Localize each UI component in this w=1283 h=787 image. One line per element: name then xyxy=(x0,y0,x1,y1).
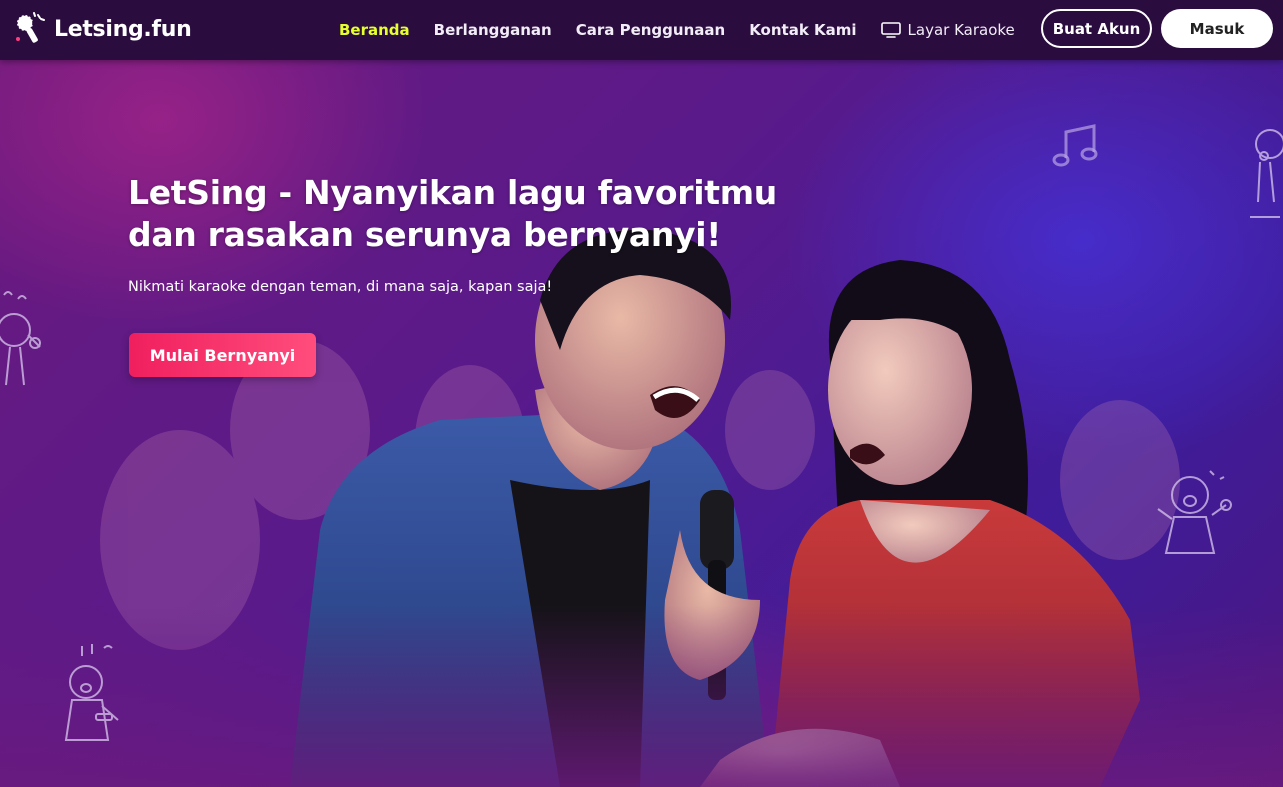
mic-kid-doodle-icon xyxy=(64,644,119,741)
music-note-icon xyxy=(1052,124,1098,167)
brand-name: Letsing.fun xyxy=(54,16,192,42)
hero-title-line-1: LetSing - Nyanyikan lagu favoritmu xyxy=(128,173,777,212)
nav-item-cara-penggunaan[interactable]: Cara Penggunaan xyxy=(576,21,725,39)
singer-doodle-icon xyxy=(1250,129,1283,218)
nav-item-berlangganan[interactable]: Berlangganan xyxy=(434,21,552,39)
nav-item-kontak-kami[interactable]: Kontak Kami xyxy=(749,21,856,39)
create-account-button[interactable]: Buat Akun xyxy=(1041,9,1152,48)
nav-item-layar-karaoke-label: Layar Karaoke xyxy=(907,21,1015,39)
tv-icon xyxy=(880,22,901,38)
hero-title-line-2: dan rasakan serunya bernyanyi! xyxy=(128,215,721,254)
microphone-logo-icon xyxy=(16,12,45,43)
hero-subtitle: Nikmati karaoke dengan teman, di mana sa… xyxy=(128,279,553,295)
brand-logo[interactable]: Letsing.fun xyxy=(12,11,192,47)
start-singing-button[interactable]: Mulai Bernyanyi xyxy=(129,333,316,377)
dancing-kid-doodle-icon xyxy=(0,291,41,386)
main-menu: Beranda Berlangganan Cara Penggunaan Kon… xyxy=(339,0,1039,60)
top-navbar: Letsing.fun Beranda Berlangganan Cara Pe… xyxy=(0,0,1283,60)
hero-title: LetSing - Nyanyikan lagu favoritmu dan r… xyxy=(128,172,848,256)
hero-section: LetSing - Nyanyikan lagu favoritmu dan r… xyxy=(0,60,1283,787)
login-button[interactable]: Masuk xyxy=(1161,9,1273,48)
nav-item-beranda[interactable]: Beranda xyxy=(339,21,410,39)
nav-item-layar-karaoke[interactable]: Layar Karaoke xyxy=(880,21,1015,39)
singing-girl-doodle-icon xyxy=(1157,470,1232,554)
